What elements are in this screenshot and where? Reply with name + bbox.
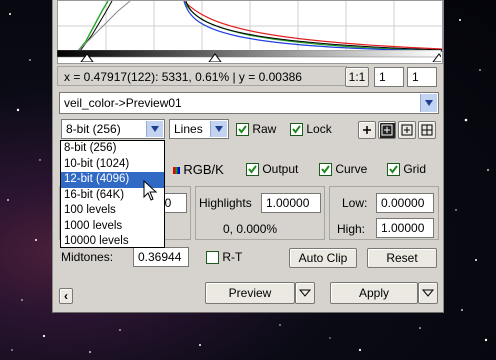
histogram-slider-track[interactable] xyxy=(57,50,441,62)
rt-checkbox[interactable]: R-T xyxy=(206,250,243,265)
graph-mode-value: Lines xyxy=(174,122,203,136)
cursor-readout: x = 0.47917(122): 5331, 0.61% | y = 0.00… xyxy=(57,66,347,86)
apply-button[interactable]: Apply xyxy=(330,282,418,304)
check-icon[interactable] xyxy=(246,163,259,177)
rt-label: R-T xyxy=(222,250,243,264)
check-icon[interactable] xyxy=(387,163,400,177)
mouse-pointer-icon xyxy=(143,180,158,201)
grid-checkbox[interactable]: Grid xyxy=(387,162,427,177)
apply-menu-icon[interactable] xyxy=(418,282,438,304)
highlights-label: Highlights xyxy=(199,196,252,210)
view-select[interactable]: veil_color->Preview01 xyxy=(59,92,439,114)
dropdown-option[interactable]: 10000 levels xyxy=(61,234,164,250)
graph-mode-select[interactable]: Lines xyxy=(169,119,229,139)
zoom-y-field[interactable]: 1 xyxy=(407,67,437,87)
chevron-down-icon[interactable] xyxy=(146,121,163,137)
highlights-field[interactable]: 1.00000 xyxy=(261,193,321,213)
zoom-x-field[interactable]: 1 xyxy=(374,67,404,87)
high-field[interactable]: 1.00000 xyxy=(376,218,434,238)
bit-depth-select[interactable]: 8-bit (256) xyxy=(61,119,165,139)
output-label: Output xyxy=(262,162,299,176)
zoom-out-icon[interactable] xyxy=(398,121,416,139)
lock-checkbox[interactable]: Lock xyxy=(290,122,332,137)
preview-button[interactable]: Preview xyxy=(205,282,295,304)
chevron-down-icon[interactable] xyxy=(420,94,437,112)
bit-depth-value: 8-bit (256) xyxy=(66,122,121,136)
zoom-fit-icon[interactable] xyxy=(378,121,396,139)
lock-label: Lock xyxy=(306,122,332,136)
low-field[interactable]: 0.00000 xyxy=(376,193,434,213)
midtones-field[interactable]: 0.36944 xyxy=(133,247,189,267)
output-checkbox[interactable]: Output xyxy=(246,162,299,177)
preview-menu-icon[interactable] xyxy=(295,282,315,304)
zoom-in-icon[interactable] xyxy=(358,121,376,139)
midtones-label: Midtones: xyxy=(61,250,114,264)
curve-label: Curve xyxy=(335,162,368,176)
dropdown-option[interactable]: 10-bit (1024) xyxy=(61,157,164,173)
highlights-clip-stat: 0, 0.000% xyxy=(223,222,278,236)
chevron-down-icon[interactable] xyxy=(210,121,227,137)
collapse-left-icon[interactable]: ‹ xyxy=(59,288,73,304)
zoom-reset-icon[interactable] xyxy=(418,121,436,139)
curve-checkbox[interactable]: Curve xyxy=(319,162,368,177)
high-label: High: xyxy=(337,222,366,236)
raw-label: Raw xyxy=(252,122,277,136)
dropdown-option[interactable]: 1000 levels xyxy=(61,219,164,235)
channel-selector[interactable]: RGB/K xyxy=(173,162,224,177)
grid-label: Grid xyxy=(403,162,427,176)
view-select-value: veil_color->Preview01 xyxy=(64,96,182,110)
reset-button[interactable]: Reset xyxy=(367,248,437,268)
raw-checkbox[interactable]: Raw xyxy=(236,122,277,137)
channel-label: RGB/K xyxy=(183,162,224,177)
dropdown-option[interactable]: 8-bit (256) xyxy=(61,141,164,157)
checkbox-box[interactable] xyxy=(206,251,219,265)
check-icon[interactable] xyxy=(290,123,303,137)
check-icon[interactable] xyxy=(319,163,332,177)
dropdown-option[interactable]: 100 levels xyxy=(61,203,164,219)
check-icon[interactable] xyxy=(236,123,249,137)
zoom-ratio-button[interactable]: 1:1 xyxy=(345,67,369,87)
auto-clip-button[interactable]: Auto Clip xyxy=(289,248,357,268)
rgb-swatch-icon xyxy=(173,167,180,175)
low-label: Low: xyxy=(342,196,368,210)
